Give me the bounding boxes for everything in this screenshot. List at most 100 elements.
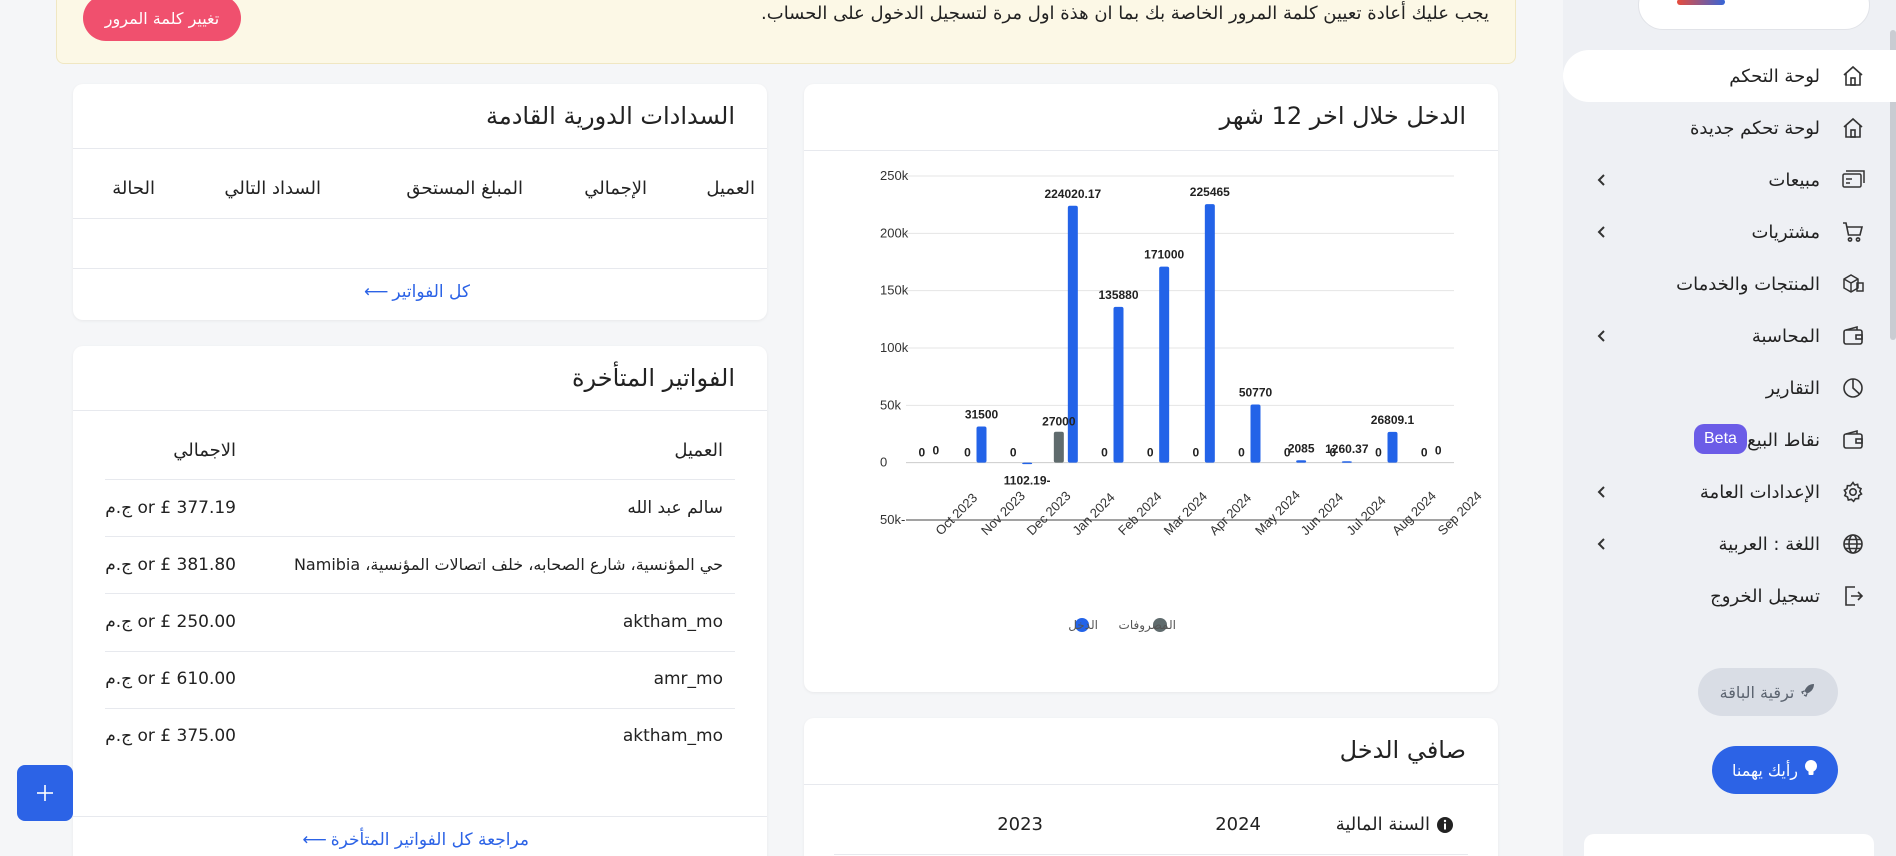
x-tick-label: Apr 2024 [1206,490,1254,538]
x-tick-label: Aug 2024 [1389,488,1439,538]
income-data-label: 135880 [1098,288,1138,302]
cart-icon [1840,219,1866,245]
x-tick-label: Mar 2024 [1161,489,1210,538]
income-bar [1296,460,1307,463]
income-chart: 250k200k150k100k50k0-50k0 0Oct 2023031500… [880,168,1485,633]
sidebar-item[interactable]: لوحة تحكم جديدة [1563,102,1896,154]
arrow-left-icon: ⟵ [364,282,389,302]
arrow-left-icon: ⟵ [302,830,327,850]
recurring-footer-divider [73,268,767,269]
overdue-client[interactable]: حي المؤنسية، شارع الصحابه، خلف اتصالات ا… [294,555,723,574]
income-data-label: 31500 [965,408,999,422]
overdue-total: 377.19 £ or ج.م [105,498,236,518]
overdue-client[interactable]: aktham_mo [623,612,723,632]
overdue-client[interactable]: amr_mo [654,669,723,689]
sidebar-item-label: مبيعات [1768,169,1820,191]
sidebar-item[interactable]: اللغة : العربية [1563,518,1896,570]
sidebar-item[interactable]: مبيعات [1563,154,1896,206]
upgrade-plan-button[interactable]: ترقية الباقة [1698,668,1838,716]
x-tick-label: May 2024 [1252,487,1303,538]
fiscal-year-header: السنة المالية [1336,814,1454,835]
net-table-divider [834,854,1468,855]
sidebar-item-label: لوحة التحكم [1729,65,1820,87]
sidebar-item-label: مشتريات [1751,221,1820,243]
chevron-left-icon[interactable] [1591,169,1613,191]
x-tick-label: Dec 2023 [1024,488,1074,538]
sidebar: لوحة التحكم لوحة تحكم جديدة مبيعات مشتريات ا… [1563,0,1896,856]
globe-icon [1840,531,1866,557]
chevron-left-icon[interactable] [1591,221,1613,243]
review-overdue-label: مراجعة كل الفواتير المتأخرة [330,830,529,850]
logo-mark [1677,0,1725,13]
expense-bar [1053,431,1064,463]
income-bar [1113,306,1124,463]
income-data-label: 0 [1435,444,1442,458]
all-invoices-link[interactable]: كل الفواتير ⟵ [364,282,470,302]
sidebar-item[interactable]: الإعدادات العامة [1563,466,1896,518]
recurring-card-divider [73,148,767,149]
x-tick-label: Oct 2023 [932,490,980,538]
y-tick-label: 100k [880,340,909,355]
th-status: الحالة [112,178,155,199]
sidebar-item[interactable]: المنتجات والخدمات [1563,258,1896,310]
fiscal-year-label: السنة المالية [1335,814,1430,835]
sidebar-item-label: تسجيل الخروج [1710,585,1820,607]
overdue-client[interactable]: aktham_mo [623,726,723,746]
sidebar-item-label: الإعدادات العامة [1699,481,1820,503]
chevron-left-icon[interactable] [1591,325,1613,347]
info-icon[interactable] [1436,816,1454,834]
expense-data-label: 27000 [1042,415,1076,429]
income-bar [1204,204,1215,463]
row-divider [105,708,735,709]
income-data-label: 26809.1 [1371,413,1415,427]
overdue-card-title: الفواتير المتأخرة [571,364,735,392]
overdue-total: 381.80 £ or ج.م [105,555,236,575]
row-divider [105,536,735,537]
net-income-title: صافي الدخل [1339,736,1466,764]
income-bar [1022,462,1033,465]
x-tick-label: Jun 2024 [1298,490,1346,538]
add-button[interactable] [17,765,73,821]
rocket-icon [1800,682,1816,702]
plus-icon [37,785,53,801]
sidebar-item-label: لوحة تحكم جديدة [1689,117,1820,139]
overdue-total: 610.00 £ or ج.م [105,669,236,689]
home-icon [1840,115,1866,141]
sidebar-item[interactable]: التقارير [1563,362,1896,414]
income-data-label: 171000 [1144,248,1184,262]
review-overdue-link[interactable]: مراجعة كل الفواتير المتأخرة ⟵ [302,830,529,850]
feedback-button[interactable]: رأيك يهمنا [1712,746,1838,794]
wallet-icon [1840,323,1866,349]
legend-label-income: الدخل [1068,618,1098,632]
year-2024-header: 2024 [1215,814,1261,835]
logo[interactable] [1638,0,1870,30]
expense-data-label: 0 [1375,446,1382,460]
sidebar-item[interactable]: المحاسبة [1563,310,1896,362]
th-overdue-client: العميل [674,440,723,461]
sidebar-item[interactable]: لوحة التحكم [1563,50,1896,102]
income-data-label: 224020.17 [1044,187,1101,201]
income-bar [1387,431,1398,463]
income-bar [1159,266,1170,463]
chevron-left-icon[interactable] [1591,481,1613,503]
year-2023-header: 2023 [997,814,1043,835]
sidebar-item-label: اللغة : العربية [1718,533,1820,555]
sidebar-item-label: التقارير [1765,377,1820,399]
expense-data-label: 0 [1421,446,1428,460]
sidebar-bottom-card [1584,834,1874,856]
income-bar [1250,404,1261,463]
overdue-client[interactable]: سالم عبد الله [627,498,723,518]
income-data-label: 50770 [1239,385,1273,399]
income-data-label: -1102.19 [1004,474,1051,488]
chevron-left-icon[interactable] [1591,533,1613,555]
expense-data-label: 0 [1101,446,1108,460]
sidebar-item[interactable]: مشتريات [1563,206,1896,258]
sidebar-item-label: نقاط البيع [1747,429,1820,451]
change-password-button[interactable]: تغيير كلمة المرور [83,0,241,41]
home-icon [1840,63,1866,89]
wallet-icon [1840,427,1866,453]
sidebar-item[interactable]: تسجيل الخروج [1563,570,1896,622]
overdue-card-divider [73,410,767,411]
sidebar-item[interactable]: نقاط البيع Beta [1563,414,1896,466]
overdue-total: 375.00 £ or ج.م [105,726,236,746]
